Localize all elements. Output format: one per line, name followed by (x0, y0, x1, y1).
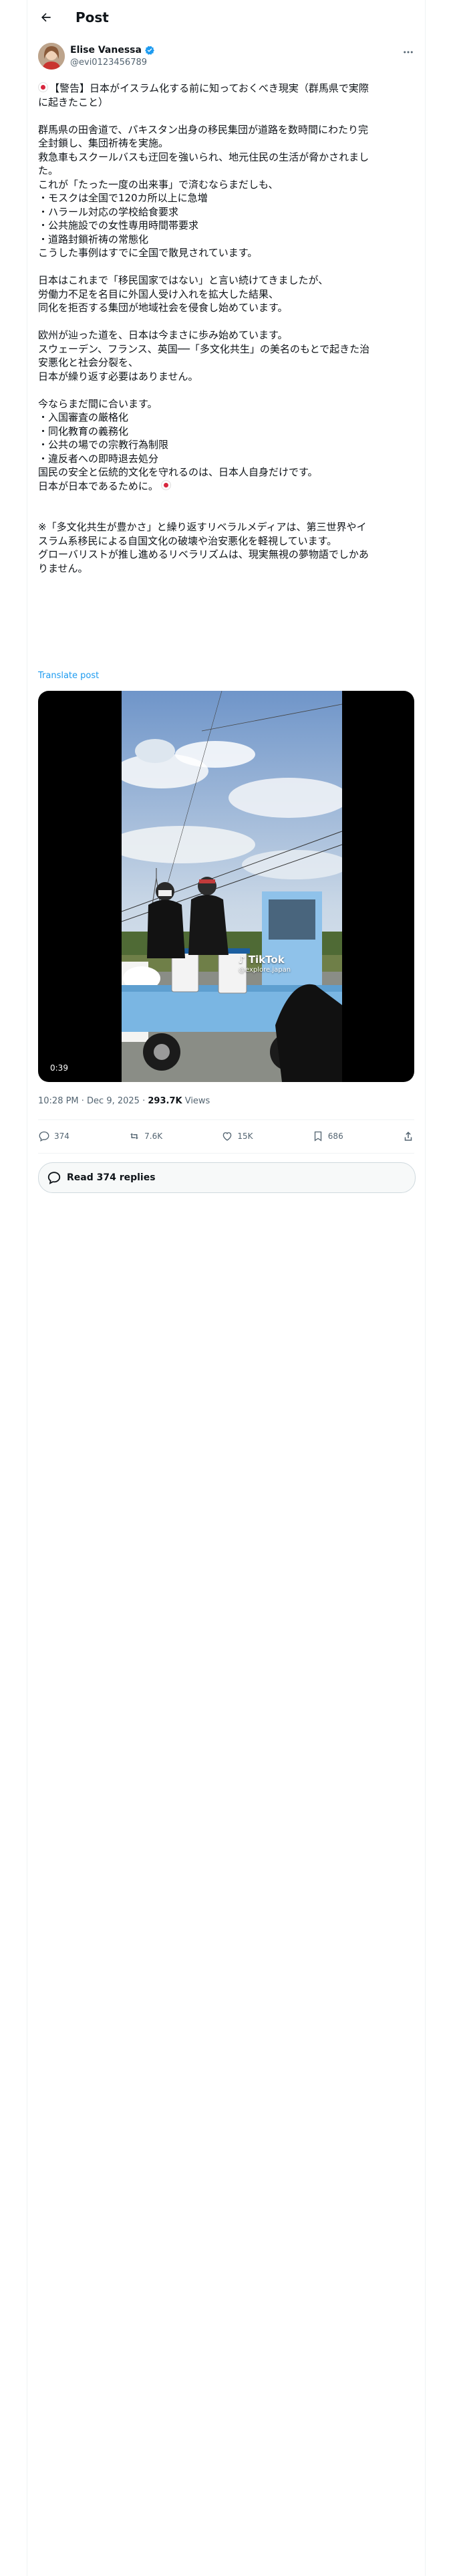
tiktok-handle: @explore.japan (239, 966, 291, 974)
tweet-line: ・公共施設での女性専用時間帯要求 (38, 219, 199, 231)
tweet-line: 労働力不足を名目に外国人受け入れを拡大した結果、 (38, 288, 279, 300)
repost-button[interactable]: 7.6K (128, 1130, 162, 1142)
more-horizontal-icon (404, 51, 413, 53)
japan-flag-icon (38, 82, 48, 92)
tweet-line: 【警告】日本がイスラム化する前に知っておくべき現実（群馬県で実際 (38, 82, 414, 96)
tweet-line: りません。 (38, 562, 88, 574)
heart-icon (223, 1132, 232, 1141)
avatar[interactable] (38, 43, 65, 70)
tweet-line: ・モスクは全国で120カ所以上に急増 (38, 192, 208, 204)
back-button[interactable] (37, 8, 55, 27)
divider (38, 1119, 414, 1120)
tweet-line: 同化を拒否する集団が地域社会を侵食し始めています。 (38, 302, 288, 314)
repost-count: 7.6K (144, 1132, 163, 1141)
bookmark-icon (314, 1131, 321, 1142)
divider (38, 1153, 414, 1154)
repost-icon (130, 1133, 139, 1140)
tweet-line: これが「たった一度の出来事」で済むならまだしも、 (38, 178, 279, 191)
main-column: Post Elise Vanessa @evi0123456789 【警告】日本… (27, 0, 426, 2576)
tweet-line: 全封鎖し、集団祈祷を実施。 (38, 137, 169, 149)
tweet-line: 国民の安全と伝統的文化を守れるのは、日本人自身だけです。 (38, 466, 318, 478)
japan-flag-icon (160, 479, 171, 490)
tweet-line: た。 (38, 165, 59, 177)
author-handle[interactable]: @evi0123456789 (70, 57, 147, 69)
more-options-button[interactable] (400, 45, 417, 59)
author-name-text: Elise Vanessa (70, 45, 142, 56)
post-timestamp[interactable]: 10:28 PM · Dec 9, 2025 (38, 1096, 140, 1106)
tweet-line: 日本はこれまで「移民国家ではない」と言い続けてきましたが、 (38, 274, 329, 286)
video-thumbnail (122, 691, 342, 1082)
tweet-line (38, 260, 414, 274)
arrow-left-icon (41, 13, 51, 22)
like-count: 15K (237, 1132, 253, 1141)
tweet-line: に起きたこと） (38, 96, 109, 108)
tweet-line: 群馬県の田舎道で、パキスタン出身の移民集団が道路を数時間にわたり完 (38, 123, 368, 136)
tweet-line: ・同化教育の義務化 (38, 425, 129, 437)
video-duration: 0:39 (46, 1062, 72, 1074)
chat-bubble-icon (47, 1172, 61, 1184)
tweet-line: 欧州が辿った道を、日本は今まさに歩み始めています。 (38, 329, 288, 341)
views-count: 293.7K (148, 1096, 182, 1106)
like-button[interactable]: 15K (221, 1130, 253, 1142)
tweet-line: 救急車もスクールバスも迂回を強いられ、地元住民の生活が脅かされまし (38, 150, 369, 163)
tweet-line: 今ならまだ間に合います。 (38, 397, 158, 410)
tweet-line (38, 507, 414, 521)
tweet-line: ※「多文化共生が豊かさ」と繰り返すリベラルメディアは、第三世界やイ (38, 521, 367, 533)
tweet-line (38, 315, 414, 329)
author-name[interactable]: Elise Vanessa (70, 44, 155, 56)
top-bar: Post (27, 0, 425, 35)
tweet-line (38, 493, 414, 507)
tweet-line: 日本が日本であるために。 (38, 479, 414, 494)
read-replies-button[interactable]: Read 374 replies (38, 1162, 416, 1193)
meta-separator: · (139, 1096, 148, 1106)
bookmark-count: 686 (327, 1132, 343, 1141)
avatar-image (38, 43, 65, 70)
reply-icon (39, 1131, 49, 1142)
tweet-line (38, 109, 414, 123)
video-player[interactable]: ♪ TikTok @explore.japan 0:39 (38, 691, 414, 1082)
tweet-line: ・入国審査の厳格化 (38, 411, 129, 423)
action-bar: 374 7.6K 15K 686 (38, 1128, 414, 1145)
tweet-line: 日本が繰り返す必要はありません。 (38, 370, 198, 383)
share-button[interactable] (402, 1130, 414, 1142)
tweet-line: グローバリストが推し進めるリベラリズムは、現実無視の夢物語でしかあ (38, 548, 369, 560)
tweet-line: こうした事例はすでに全国で散見されています。 (38, 247, 258, 259)
tweet-line (38, 383, 414, 397)
tweet-line: ・違反者への即時退去処分 (38, 452, 159, 465)
tweet-text: 【警告】日本がイスラム化する前に知っておくべき現実（群馬県で実際 に起きたこと） 群… (38, 82, 414, 575)
translate-post-link[interactable]: Translate post (38, 671, 99, 681)
tweet-line: 安悪化と社会分裂を、 (38, 356, 139, 368)
verified-badge-icon (144, 45, 155, 56)
tweet-line: ・公共の場での宗教行為制限 (38, 439, 169, 451)
tiktok-logo-icon: ♪ (239, 954, 245, 966)
reply-button[interactable]: 374 (38, 1130, 69, 1142)
reply-count: 374 (54, 1132, 69, 1141)
share-icon (404, 1132, 412, 1141)
video-frame (122, 691, 342, 1082)
read-replies-label: Read 374 replies (67, 1172, 156, 1183)
tweet-line: ・道路封鎖祈祷の常態化 (38, 233, 149, 245)
tweet-line: スウェーデン、フランス、英国──「多文化共生」の美名のもとで起きた治 (38, 342, 370, 355)
post-meta: 10:28 PM · Dec 9, 2025 · 293.7K Views (38, 1095, 210, 1107)
page-title: Post (76, 9, 109, 25)
tweet-line: ・ハラール対応の学校給食要求 (38, 205, 179, 218)
tiktok-watermark: ♪ TikTok (239, 954, 285, 966)
tweet-line: スラム系移民による自国文化の破壊や治安悪化を軽視しています。 (38, 534, 337, 547)
views-label: Views (182, 1096, 210, 1106)
bookmark-button[interactable]: 686 (312, 1130, 343, 1142)
